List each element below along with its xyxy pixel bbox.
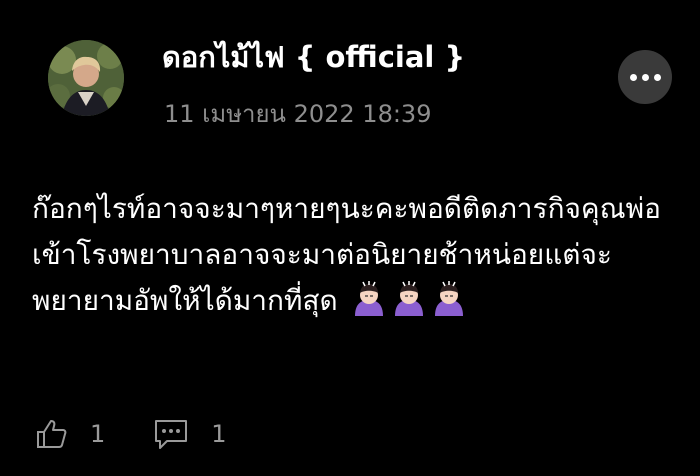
more-options-button[interactable]: [618, 50, 672, 104]
woman-bowing-emoji: [434, 281, 463, 316]
comment-count: 1: [211, 420, 227, 448]
like-count: 1: [90, 420, 106, 448]
more-horizontal-icon: [641, 73, 649, 81]
post-actions: 1 1: [36, 418, 227, 450]
woman-bowing-emoji: [394, 281, 423, 316]
woman-bowing-emoji: [354, 281, 383, 316]
post-body: ก๊อกๆไรท์อาจจะมาๆหายๆนะคะพอดีติดภารกิจคุ…: [32, 186, 682, 324]
post-timestamp: 11 เมษายน 2022 18:39: [164, 100, 432, 128]
post-body-text: ก๊อกๆไรท์อาจจะมาๆหายๆนะคะพอดีติดภารกิจคุ…: [32, 192, 661, 317]
comment-button[interactable]: 1: [153, 418, 227, 450]
avatar[interactable]: [48, 40, 124, 116]
comment-icon: [155, 420, 188, 449]
more-horizontal-icon: [629, 73, 637, 81]
like-button[interactable]: 1: [36, 419, 105, 449]
more-horizontal-icon: [653, 73, 661, 81]
thumbs-up-icon: [37, 420, 67, 448]
author-name[interactable]: ดอกไม้ไฟ { official }: [162, 34, 465, 80]
